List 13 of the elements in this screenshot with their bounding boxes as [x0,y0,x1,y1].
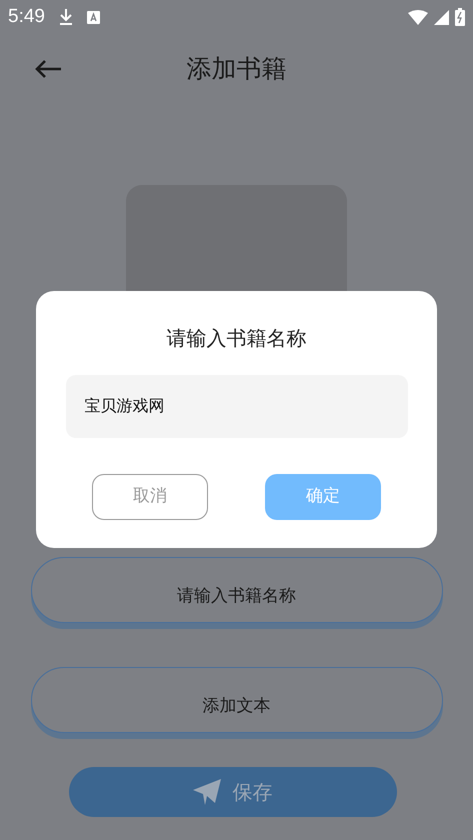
status-time: 5:49 [8,4,45,29]
cancel-button[interactable]: 取消 [92,474,208,520]
battery-icon [455,8,465,26]
paper-plane-icon [192,779,220,805]
keyboard-icon [86,10,100,24]
download-icon [58,8,73,26]
save-button[interactable]: 保存 [68,767,396,817]
page-title: 添加书籍 [186,53,286,86]
wifi-icon [408,10,428,24]
signal-icon [434,10,449,24]
back-arrow-icon[interactable] [34,59,62,79]
book-name-input[interactable]: 宝贝游戏网 [66,375,408,438]
dialog-title: 请输入书籍名称 [166,325,306,352]
